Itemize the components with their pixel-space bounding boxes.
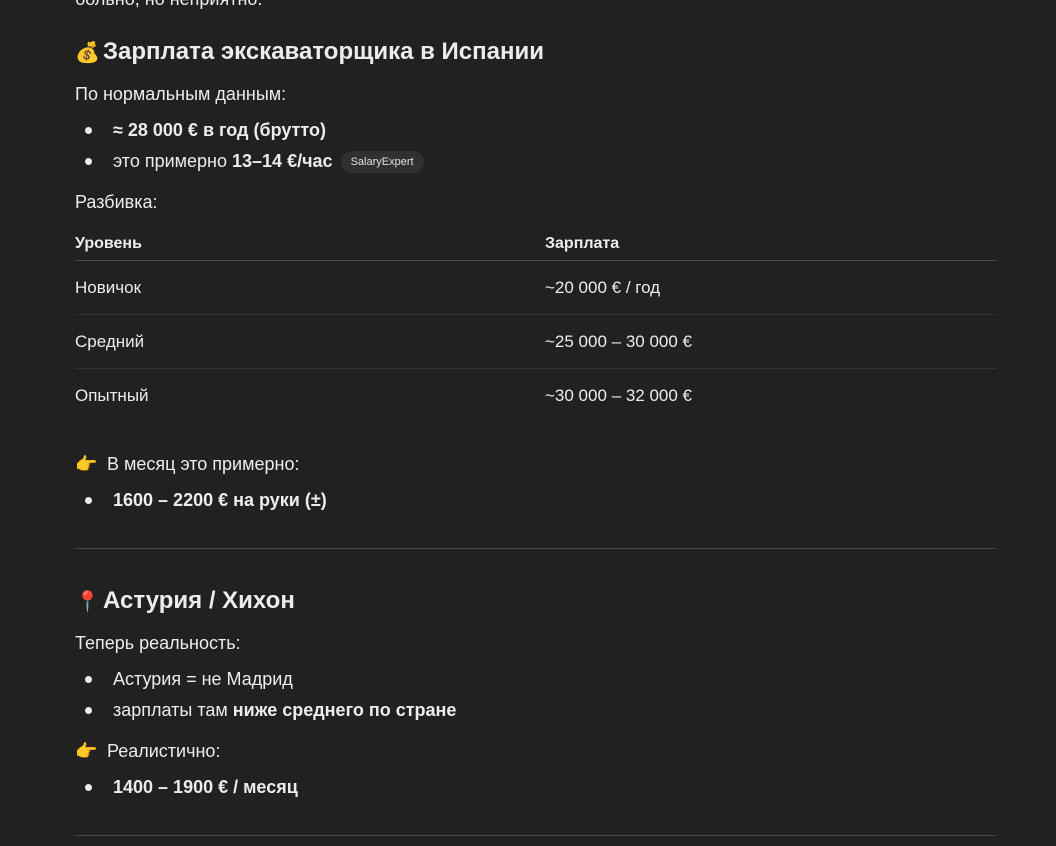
bullet-bold-text: ≈ 28 000 € в год (брутто) (113, 120, 326, 140)
section-divider (75, 548, 996, 549)
section-heading-asturias: 📍 Астурия / Хихон (75, 586, 295, 617)
bullet-text: зарплаты там (113, 700, 233, 720)
intro-text-cutoff: больно, но неприятно. (75, 0, 262, 12)
table-cell-level: Средний (75, 314, 545, 369)
bullet-text: Астурия = не Мадрид (113, 669, 293, 689)
bullet-dot (85, 158, 92, 165)
bullet-bold-text: 13–14 €/час (232, 151, 333, 171)
source-citation-pill[interactable]: SalaryExpert (340, 151, 424, 173)
realistic-label-text: Реалистично: (107, 741, 221, 761)
monthly-label: 👉 В месяц это примерно: (75, 451, 299, 477)
salary-table: Уровень Зарплата Новичок ~20 000 € / год… (75, 228, 996, 422)
table-row: Средний ~25 000 – 30 000 € (75, 314, 996, 369)
table-cell-level: Опытный (75, 385, 149, 405)
table-row: Новичок ~20 000 € / год (75, 260, 996, 315)
section-divider (75, 835, 996, 836)
bullet-bold-text: 1400 – 1900 € / месяц (113, 777, 298, 797)
table-cell-salary: ~20 000 € / год (545, 260, 996, 315)
bullet-dot (85, 127, 92, 134)
table-header-row: Уровень Зарплата (75, 228, 996, 261)
realistic-label: 👉 Реалистично: (75, 738, 220, 764)
bullet-dot (85, 707, 92, 714)
bullet-bold-text: ниже среднего по стране (232, 700, 457, 720)
bullet-dot (85, 497, 92, 504)
pointing-hand-icon: 👉 (75, 741, 98, 761)
breakdown-label: Разбивка: (75, 192, 158, 212)
lead-paragraph: Теперь реальность: (75, 633, 241, 653)
bullet-text: это примерно (113, 151, 233, 171)
section-title: Астурия / Хихон (103, 587, 295, 614)
bullet-dot (85, 676, 92, 683)
table-header-level: Уровень (75, 228, 545, 261)
bullet-dot (85, 784, 92, 791)
table-cell-salary: ~25 000 – 30 000 € (545, 314, 996, 369)
table-row: Опытный ~30 000 – 32 000 € (75, 369, 996, 423)
section-title: Зарплата экскаваторщика в Испании (103, 38, 544, 65)
pointing-hand-icon: 👉 (75, 454, 98, 474)
bullet-bold-text: 1600 – 2200 € на руки (±) (113, 490, 327, 510)
monthly-label-text: В месяц это примерно: (107, 454, 300, 474)
section-heading-salary: 💰 Зарплата экскаваторщика в Испании (75, 37, 544, 68)
table-cell-salary: ~30 000 – 32 000 € (545, 385, 692, 405)
money-bag-icon: 💰 (75, 42, 100, 64)
table-cell-level: Новичок (75, 260, 545, 315)
lead-paragraph: По нормальным данным: (75, 84, 287, 104)
pushpin-icon: 📍 (75, 591, 100, 613)
table-header-salary: Зарплата (545, 228, 996, 261)
